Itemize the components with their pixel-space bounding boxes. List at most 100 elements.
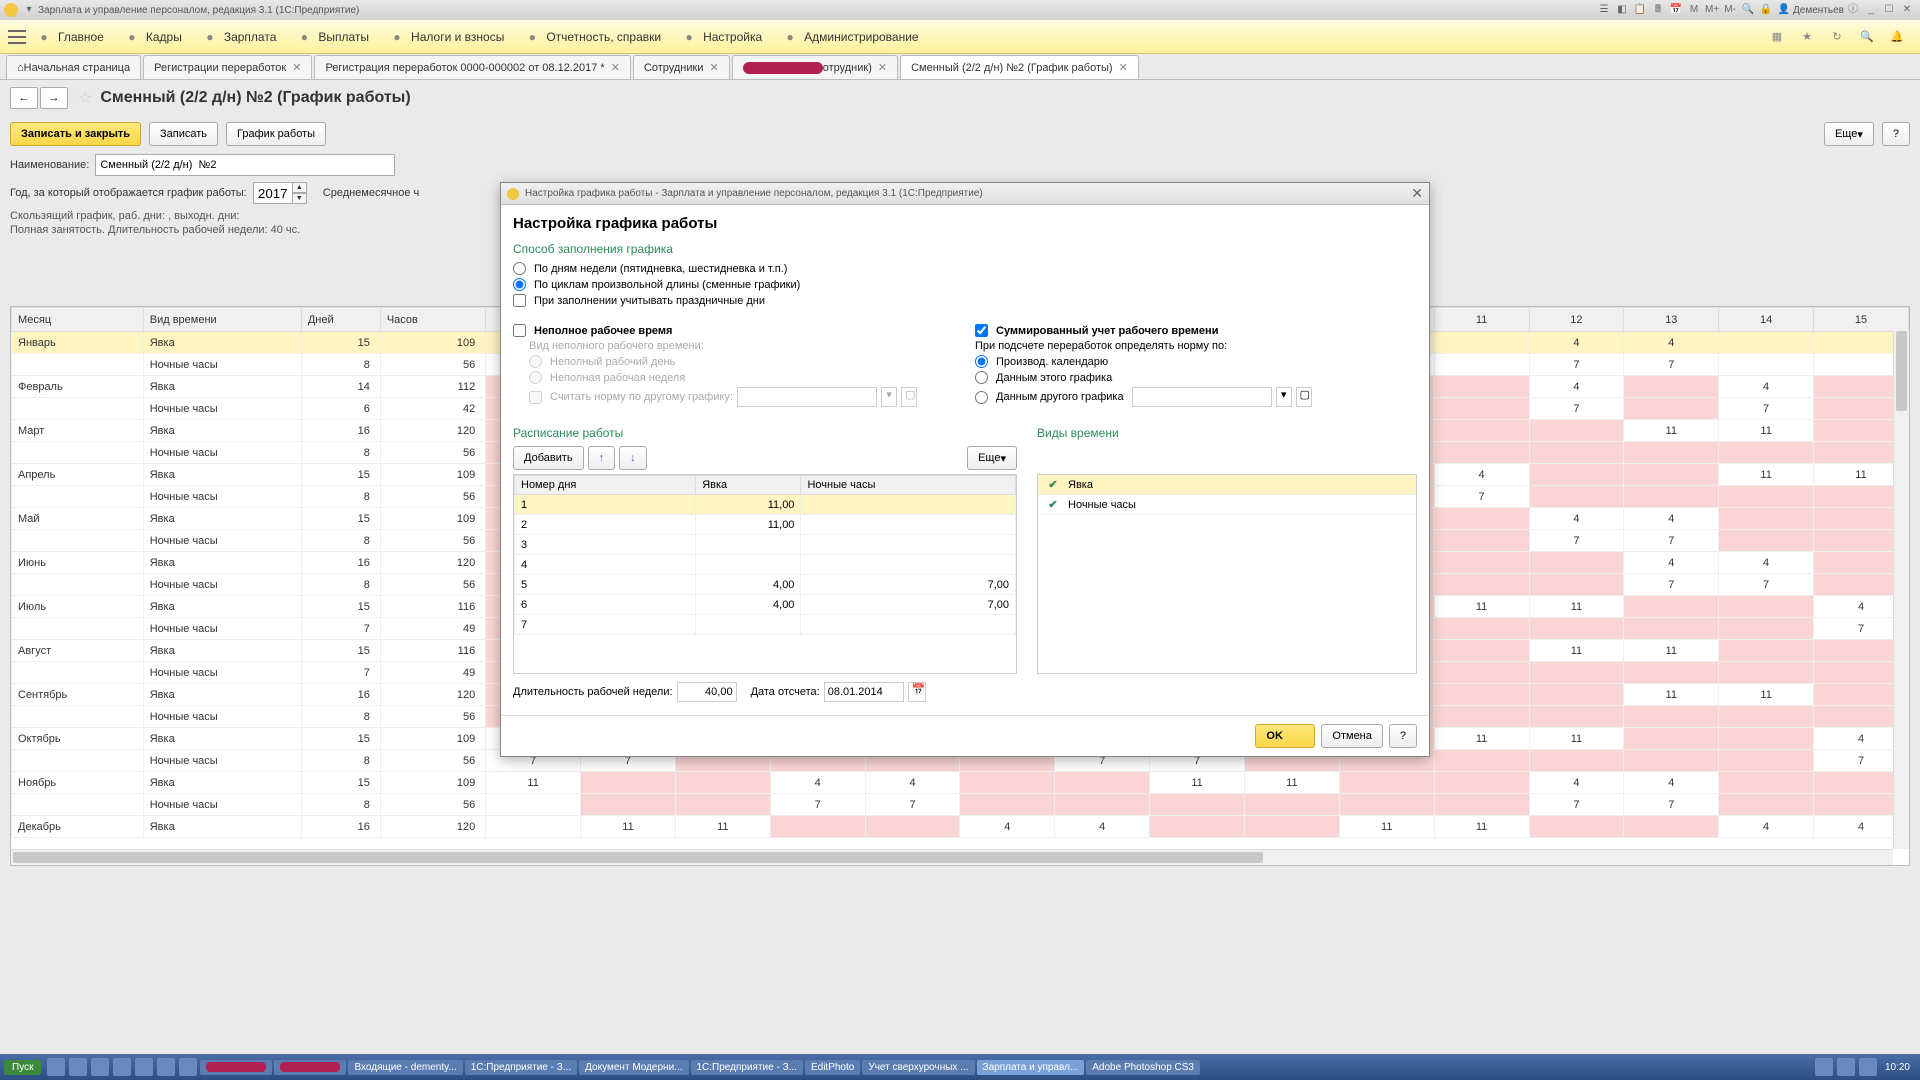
maximize-icon[interactable]: ☐ — [1882, 3, 1896, 17]
schedule-button[interactable]: График работы — [226, 122, 326, 146]
menu-doc[interactable]: ●Отчетность, справки — [524, 29, 661, 45]
save-close-button[interactable]: Записать и закрыть — [10, 122, 141, 146]
nav-forward-button[interactable]: → — [40, 87, 68, 109]
start-button[interactable]: Пуск — [4, 1060, 41, 1075]
bell-icon[interactable]: 🔔 — [1888, 28, 1906, 46]
radio-by-week[interactable] — [513, 262, 526, 275]
year-spinner[interactable]: ▲▼ — [253, 182, 307, 204]
dialog-help-button[interactable]: ? — [1389, 724, 1417, 748]
checkbox-parttime[interactable] — [513, 324, 526, 337]
type-row[interactable]: ✔Ночные часы — [1038, 495, 1416, 515]
tab-close-icon[interactable]: ✕ — [611, 61, 620, 74]
taskbar-item[interactable] — [274, 1060, 346, 1075]
cancel-button[interactable]: Отмена — [1321, 724, 1382, 748]
toolbar-icon[interactable]: ◧ — [1615, 3, 1629, 17]
checkbox-holidays[interactable] — [513, 294, 526, 307]
checkmark-icon[interactable]: ✔ — [1038, 478, 1068, 491]
menu-wallet[interactable]: ●Выплаты — [296, 29, 369, 45]
checkmark-icon[interactable]: ✔ — [1038, 498, 1068, 511]
hamburger-icon[interactable] — [8, 30, 26, 44]
toolbar-icon[interactable]: M+ — [1705, 3, 1719, 17]
name-input[interactable] — [95, 154, 395, 176]
taskbar-item[interactable]: Документ Модерни... — [579, 1060, 688, 1075]
tab-close-icon[interactable]: ✕ — [292, 61, 301, 74]
radio-prod-calendar[interactable] — [975, 355, 988, 368]
table-row[interactable]: Ночные часы8567777 — [12, 794, 1909, 816]
tab[interactable]: отрудник)✕ — [732, 55, 898, 79]
taskbar-item[interactable]: EditPhoto — [805, 1060, 860, 1075]
radio-this-schedule[interactable] — [975, 371, 988, 384]
tray-icon[interactable] — [1815, 1058, 1833, 1076]
app-dropdown-icon[interactable]: ▾ — [22, 3, 36, 17]
table-row[interactable]: НоябрьЯвка151091144111144 — [12, 772, 1909, 794]
vertical-scrollbar[interactable] — [1893, 331, 1909, 849]
radio-by-cycle[interactable] — [513, 278, 526, 291]
apps-icon[interactable]: ▦ — [1768, 28, 1786, 46]
tab[interactable]: ⌂ Начальная страница — [6, 55, 141, 79]
type-row[interactable]: ✔Явка — [1038, 475, 1416, 495]
quicklaunch-icon[interactable] — [157, 1058, 175, 1076]
spin-down-icon[interactable]: ▼ — [293, 193, 307, 204]
table-row[interactable]: ДекабрьЯвка16120111144111144 — [12, 816, 1909, 838]
tray-icon[interactable] — [1859, 1058, 1877, 1076]
sched-row[interactable]: 4 — [515, 555, 1016, 575]
toolbar-icon[interactable]: 🖩 — [1651, 3, 1665, 17]
taskbar-item[interactable]: Зарплата и управл... — [977, 1060, 1085, 1075]
sched-row[interactable]: 111,00 — [515, 495, 1016, 515]
history-icon[interactable]: ↻ — [1828, 28, 1846, 46]
add-button[interactable]: Добавить — [513, 446, 584, 470]
year-input[interactable] — [253, 182, 293, 204]
nav-back-button[interactable]: ← — [10, 87, 38, 109]
sched-row[interactable]: 7 — [515, 615, 1016, 635]
taskbar-item[interactable]: Учет сверхурочных ... — [862, 1060, 974, 1075]
search-icon[interactable]: 🔍 — [1858, 28, 1876, 46]
toolbar-icon[interactable]: 📋 — [1633, 3, 1647, 17]
tab[interactable]: Регистрация переработок 0000-000002 от 0… — [314, 55, 630, 79]
taskbar-item[interactable] — [200, 1060, 272, 1075]
tray-icon[interactable] — [1837, 1058, 1855, 1076]
taskbar-item[interactable]: Adobe Photoshop CS3 — [1086, 1060, 1200, 1075]
sched-row[interactable]: 211,00 — [515, 515, 1016, 535]
info-icon[interactable]: ⓘ — [1846, 3, 1860, 17]
menu-percent[interactable]: ●Налоги и взносы — [389, 29, 504, 45]
taskbar-item[interactable]: 1С:Предприятие - З... — [691, 1060, 803, 1075]
toolbar-icon[interactable]: M- — [1723, 3, 1737, 17]
menu-home[interactable]: ●Главное — [36, 29, 104, 45]
quicklaunch-icon[interactable] — [69, 1058, 87, 1076]
ok-button[interactable]: OK — [1255, 724, 1315, 748]
taskbar-item[interactable]: 1С:Предприятие - З... — [465, 1060, 577, 1075]
close-icon[interactable]: ✕ — [1900, 3, 1914, 17]
start-date-input[interactable] — [824, 682, 904, 702]
save-button[interactable]: Записать — [149, 122, 218, 146]
tab-close-icon[interactable]: ✕ — [710, 61, 719, 74]
radio-other-schedule[interactable] — [975, 391, 988, 404]
calendar-icon[interactable]: 📅 — [908, 682, 926, 702]
quicklaunch-icon[interactable] — [91, 1058, 109, 1076]
menu-gear[interactable]: ●Администрирование — [782, 29, 918, 45]
sched-more-button[interactable]: Еще ▾ — [967, 446, 1017, 470]
menu-wrench[interactable]: ●Настройка — [681, 29, 762, 45]
move-up-button[interactable]: ↑ — [588, 446, 616, 470]
dropdown-icon[interactable]: ▾ — [1276, 387, 1292, 407]
tab[interactable]: Сменный (2/2 д/н) №2 (График работы)✕ — [900, 55, 1139, 79]
help-button[interactable]: ? — [1882, 122, 1910, 146]
tab-close-icon[interactable]: ✕ — [1119, 61, 1128, 74]
sched-row[interactable]: 64,007,00 — [515, 595, 1016, 615]
dialog-close-icon[interactable]: ✕ — [1411, 185, 1423, 202]
horizontal-scrollbar[interactable] — [11, 849, 1893, 865]
toolbar-icon[interactable]: 📅 — [1669, 3, 1683, 17]
taskbar-item[interactable]: Входящие - dementy... — [348, 1060, 462, 1075]
toolbar-icon[interactable]: M — [1687, 3, 1701, 17]
menu-list[interactable]: ●Зарплата — [202, 29, 277, 45]
tab[interactable]: Регистрации переработок✕ — [143, 55, 312, 79]
zoom-icon[interactable]: 🔍 — [1741, 3, 1755, 17]
menu-people[interactable]: ●Кадры — [124, 29, 182, 45]
quicklaunch-icon[interactable] — [135, 1058, 153, 1076]
sched-row[interactable]: 54,007,00 — [515, 575, 1016, 595]
sched-row[interactable]: 3 — [515, 535, 1016, 555]
star-icon[interactable]: ★ — [1798, 28, 1816, 46]
quicklaunch-icon[interactable] — [113, 1058, 131, 1076]
quicklaunch-icon[interactable] — [179, 1058, 197, 1076]
quicklaunch-icon[interactable] — [47, 1058, 65, 1076]
favorite-star-icon[interactable]: ☆ — [78, 88, 92, 108]
